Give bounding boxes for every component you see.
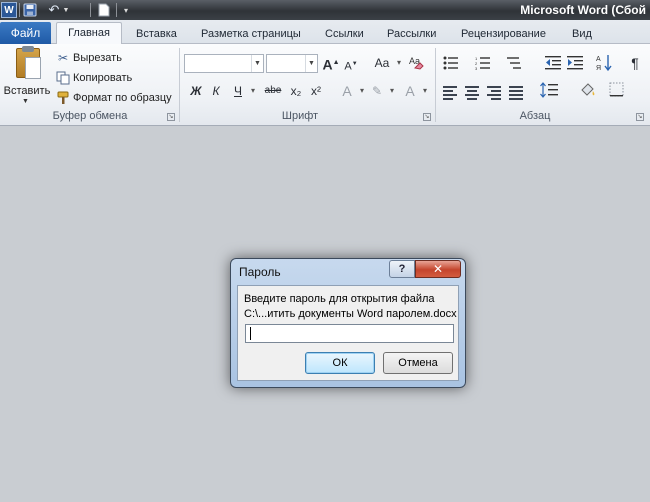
highlight-color-button[interactable]: ✎ bbox=[368, 82, 394, 100]
highlighter-icon: ✎ bbox=[371, 84, 383, 98]
shading-icon[interactable] bbox=[579, 82, 597, 98]
tab-review[interactable]: Рецензирование bbox=[461, 24, 546, 44]
title-bar: W ↶ ▼ ▾ Microsoft Word (Сбой bbox=[0, 0, 650, 20]
borders-icon[interactable] bbox=[609, 82, 627, 98]
paintbrush-icon bbox=[56, 91, 70, 105]
qat-separator bbox=[116, 3, 117, 17]
group-label-paragraph: Абзац bbox=[519, 110, 551, 122]
strikethrough-button[interactable]: abe bbox=[262, 82, 284, 100]
sort-icon[interactable]: AЯ bbox=[596, 54, 614, 72]
justify-icon[interactable] bbox=[509, 84, 527, 100]
bold-button[interactable]: Ж bbox=[187, 82, 205, 100]
word-logo-icon[interactable]: W bbox=[1, 2, 17, 18]
paste-label: Вставить bbox=[3, 85, 51, 97]
svg-text:A: A bbox=[596, 56, 601, 63]
subscript-button[interactable]: x₂ bbox=[287, 82, 305, 100]
group-separator bbox=[179, 48, 180, 122]
chevron-down-icon[interactable]: ▼ bbox=[305, 55, 317, 72]
font-size-combo[interactable]: ▼ bbox=[266, 54, 318, 73]
paste-icon bbox=[16, 46, 41, 79]
help-button[interactable]: ? bbox=[389, 260, 415, 278]
tab-mailings[interactable]: Рассылки bbox=[387, 24, 436, 44]
undo-dropdown-arrow-icon[interactable]: ▼ bbox=[62, 2, 70, 18]
copy-button[interactable]: Копировать bbox=[56, 69, 132, 86]
tab-view[interactable]: Вид bbox=[572, 24, 592, 44]
paste-button[interactable]: Вставить ▼ bbox=[2, 46, 51, 106]
show-formatting-marks-icon[interactable]: ¶ bbox=[626, 54, 644, 72]
shrink-font-icon: A bbox=[344, 60, 352, 73]
clear-formatting-button[interactable]: Aa bbox=[407, 54, 425, 72]
copy-icon bbox=[56, 71, 70, 85]
line-spacing-icon[interactable] bbox=[540, 82, 558, 98]
grow-font-button[interactable]: A▲ bbox=[322, 54, 340, 73]
dialog-filepath: C:\...итить документы Word паролем.docx bbox=[244, 308, 457, 320]
font-color-button[interactable]: A bbox=[401, 82, 427, 100]
close-button[interactable]: ✕ bbox=[415, 260, 461, 278]
tab-home[interactable]: Главная bbox=[56, 22, 122, 45]
tab-insert[interactable]: Вставка bbox=[136, 24, 177, 44]
help-icon: ? bbox=[398, 263, 406, 275]
dialog-body: Введите пароль для открытия файла C:\...… bbox=[237, 285, 459, 381]
dialog-title: Пароль bbox=[239, 265, 281, 279]
customize-qat-arrow-icon[interactable]: ▾ bbox=[122, 2, 130, 18]
grow-font-icon: A bbox=[322, 56, 333, 73]
change-case-icon: Aa bbox=[374, 56, 390, 70]
align-right-icon[interactable] bbox=[487, 84, 505, 100]
superscript-button[interactable]: x² bbox=[307, 82, 325, 100]
font-name-combo[interactable]: ▼ bbox=[184, 54, 264, 73]
italic-button[interactable]: К bbox=[207, 82, 225, 100]
font-color-icon: A bbox=[405, 83, 415, 99]
clear-formatting-icon: Aa bbox=[408, 56, 424, 73]
dialog-prompt: Введите пароль для открытия файла bbox=[244, 293, 435, 305]
chevron-down-icon[interactable]: ▼ bbox=[251, 55, 263, 72]
undo-icon[interactable]: ↶ bbox=[47, 2, 61, 18]
decrease-indent-icon[interactable] bbox=[545, 56, 563, 72]
ribbon: Вставить ▼ ✂ Вырезать Копировать Формат … bbox=[0, 44, 650, 126]
group-label-clipboard: Буфер обмена bbox=[52, 110, 128, 122]
bullets-icon[interactable] bbox=[443, 56, 461, 72]
tab-references[interactable]: Ссылки bbox=[325, 24, 364, 44]
cut-label: Вырезать bbox=[73, 51, 122, 64]
shrink-font-button[interactable]: A▼ bbox=[342, 55, 360, 73]
window-title: Microsoft Word (Сбой bbox=[520, 3, 646, 17]
text-caret bbox=[250, 327, 251, 340]
group-separator bbox=[435, 48, 436, 122]
qat-separator bbox=[19, 3, 20, 17]
text-effects-button[interactable]: A bbox=[338, 82, 364, 100]
font-dialog-launcher-icon[interactable]: ↘ bbox=[423, 113, 431, 121]
tab-page-layout[interactable]: Разметка страницы bbox=[201, 24, 301, 44]
clipboard-dialog-launcher-icon[interactable]: ↘ bbox=[167, 113, 175, 121]
cancel-button[interactable]: Отмена bbox=[383, 352, 453, 374]
save-icon[interactable] bbox=[23, 2, 37, 18]
align-center-icon[interactable] bbox=[465, 84, 483, 100]
group-label-font: Шрифт bbox=[281, 110, 319, 122]
align-left-icon[interactable] bbox=[443, 84, 461, 100]
password-input[interactable] bbox=[245, 324, 454, 343]
cut-button[interactable]: ✂ Вырезать bbox=[56, 49, 122, 66]
svg-text:Я: Я bbox=[596, 65, 601, 72]
underline-button[interactable]: Ч bbox=[229, 82, 255, 100]
ribbon-tab-row: Файл Главная Вставка Разметка страницы С… bbox=[0, 20, 650, 45]
multilevel-list-icon[interactable] bbox=[507, 56, 525, 72]
qat-separator bbox=[90, 3, 91, 17]
copy-label: Копировать bbox=[73, 71, 133, 84]
password-dialog: Пароль ? ✕ Введите пароль для открытия ф… bbox=[230, 258, 466, 388]
scissors-icon: ✂ bbox=[57, 50, 69, 65]
numbering-icon[interactable]: 123 bbox=[475, 56, 493, 72]
tab-file[interactable]: Файл bbox=[0, 22, 51, 44]
paragraph-dialog-launcher-icon[interactable]: ↘ bbox=[636, 113, 644, 121]
change-case-button[interactable]: Aa bbox=[371, 54, 401, 72]
ok-button[interactable]: ОК bbox=[305, 352, 375, 374]
format-painter-label: Формат по образцу bbox=[73, 91, 172, 104]
new-document-icon[interactable] bbox=[98, 2, 110, 18]
svg-text:3: 3 bbox=[475, 66, 478, 70]
format-painter-button[interactable]: Формат по образцу bbox=[56, 89, 172, 106]
close-icon: ✕ bbox=[432, 262, 444, 276]
text-effects-icon: A bbox=[342, 83, 352, 99]
increase-indent-icon[interactable] bbox=[567, 56, 585, 72]
paste-dropdown-arrow-icon[interactable]: ▼ bbox=[22, 98, 29, 105]
